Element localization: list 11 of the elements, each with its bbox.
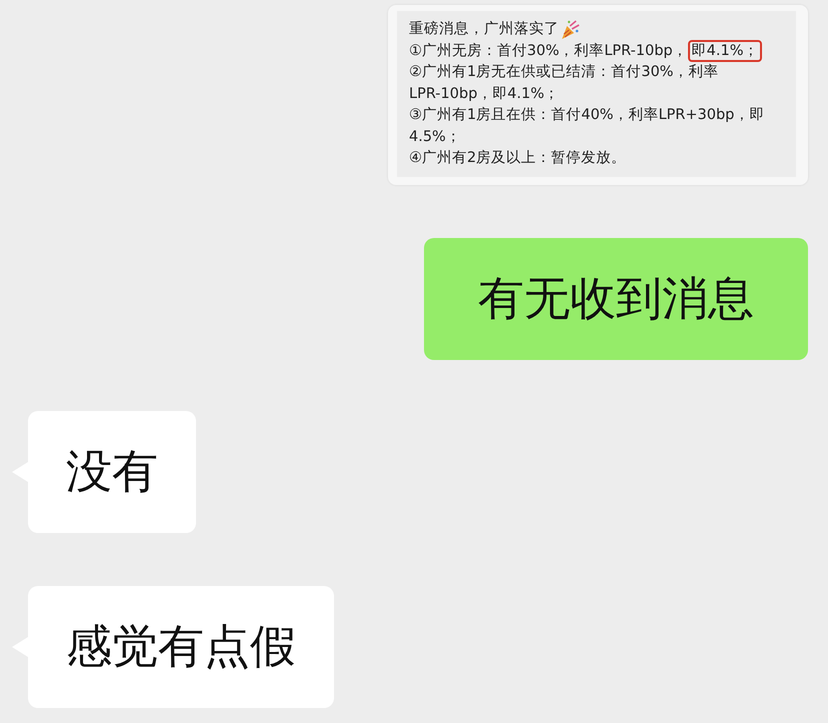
message-line: ②广州有1房无在供或已结清：首付30%，利率 [409, 62, 718, 82]
message-line: 4.5%； [409, 128, 461, 146]
message-line: ①广州无房：首付30%，利率LPR-10bp， [409, 42, 688, 60]
message-line: ④广州有2房及以上：暂停发放。 [409, 148, 626, 168]
highlighted-rate: 即4.1%； [690, 42, 760, 60]
message-line: ③广州有1房且在供：首付40%，利率LPR+30bp，即 [409, 106, 764, 125]
chat-bubble: 没有 [28, 411, 196, 533]
chat-bubble: 感觉有点假 [28, 586, 334, 708]
chat-bubble: 有无收到消息 [424, 238, 808, 360]
message-line: 重磅消息，广州落实了 [409, 20, 559, 39]
message-line: LPR-10bp，即4.1%； [409, 84, 560, 104]
